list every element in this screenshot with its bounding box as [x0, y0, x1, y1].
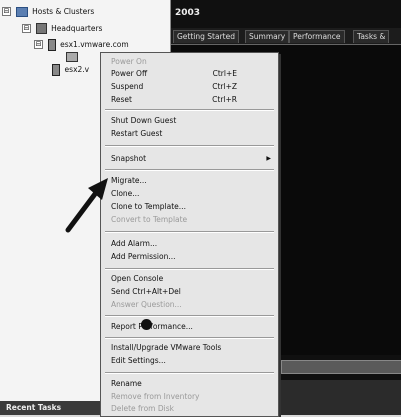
menu-item-remove-from-inventory[interactable]: Remove from Inventory [111, 391, 273, 403]
menu-item-power-off[interactable]: Power Off Ctrl+E [111, 68, 273, 80]
menu-item-shortcut: Ctrl+E [212, 69, 237, 78]
menu-item-label: Restart Guest [111, 129, 163, 138]
menu-item-label: Reset [111, 95, 132, 104]
collapse-icon[interactable]: ⊟ [2, 7, 11, 16]
menu-item-convert-to-template[interactable]: Convert to Template [111, 214, 273, 226]
menu-separator [105, 372, 274, 374]
menu-separator [105, 337, 274, 339]
pointer-dot-icon [141, 319, 152, 330]
host-icon [52, 63, 60, 76]
vm-context-menu: Power On Power Off Ctrl+E Suspend Ctrl+Z… [100, 52, 279, 417]
tab-bar: Getting Started Summary Performance Task… [171, 28, 401, 45]
menu-item-label: Rename [111, 379, 142, 388]
menu-item-label: Send Ctrl+Alt+Del [111, 287, 181, 296]
menu-item-label: Add Permission... [111, 252, 176, 261]
tree-item-selected-vm[interactable] [66, 50, 80, 63]
tree-item-label: Hosts & Clusters [32, 7, 95, 16]
menu-item-label: Delete from Disk [111, 404, 174, 413]
menu-item-open-console[interactable]: Open Console [111, 273, 273, 285]
menu-item-label: Shut Down Guest [111, 116, 177, 125]
vm-title: 2003 [175, 8, 201, 18]
host-icon [47, 38, 56, 51]
folder-icon [15, 6, 28, 17]
menu-separator [105, 109, 274, 111]
menu-separator [105, 231, 274, 233]
tab-performance[interactable]: Performance [289, 30, 345, 43]
collapse-icon[interactable]: ⊟ [22, 24, 31, 33]
menu-item-shortcut: Ctrl+R [212, 95, 237, 104]
menu-item-shortcut: Ctrl+Z [212, 82, 237, 91]
datacenter-icon [35, 23, 47, 34]
menu-item-label: Add Alarm... [111, 239, 158, 248]
menu-item-clone-to-template[interactable]: Clone to Template... [111, 201, 273, 213]
menu-item-install-vmware-tools[interactable]: Install/Upgrade VMware Tools [111, 342, 273, 354]
menu-item-reset[interactable]: Reset Ctrl+R [111, 94, 273, 106]
tree-item-esx1[interactable]: ⊟ esx1.vmware.com [34, 38, 129, 51]
menu-item-migrate[interactable]: Migrate... [111, 175, 273, 187]
menu-item-report-performance[interactable]: Report Performance... [111, 321, 273, 333]
menu-item-label: Power Off [111, 69, 148, 78]
menu-item-label: Clone to Template... [111, 202, 186, 211]
menu-item-delete-from-disk[interactable]: Delete from Disk [111, 403, 273, 415]
collapse-icon[interactable]: ⊟ [34, 40, 43, 49]
menu-item-suspend[interactable]: Suspend Ctrl+Z [111, 81, 273, 93]
submenu-arrow-icon: ▶ [266, 155, 271, 162]
menu-item-add-permission[interactable]: Add Permission... [111, 251, 273, 263]
tree-item-esx2[interactable]: esx2.v [52, 63, 89, 76]
menu-separator [105, 315, 274, 317]
menu-item-edit-settings[interactable]: Edit Settings... [111, 355, 273, 367]
tree-item-headquarters[interactable]: ⊟ Headquarters [22, 22, 102, 35]
menu-item-label: Install/Upgrade VMware Tools [111, 343, 222, 352]
menu-separator [105, 145, 274, 147]
vm-icon [66, 51, 78, 62]
menu-item-label: Clone... [111, 189, 140, 198]
tree-item-label: esx1.vmware.com [60, 40, 129, 49]
menu-item-restart-guest[interactable]: Restart Guest [111, 128, 273, 140]
pointer-arrow-icon [65, 178, 108, 233]
menu-item-add-alarm[interactable]: Add Alarm... [111, 238, 273, 250]
menu-separator [105, 169, 274, 171]
menu-item-label: Open Console [111, 274, 164, 283]
tree-item-label: esx2.v [64, 65, 90, 74]
menu-item-label: Snapshot [111, 154, 147, 163]
menu-separator [105, 268, 274, 270]
menu-item-label: Power On [111, 57, 147, 66]
tree-item-hosts-clusters[interactable]: ⊟ Hosts & Clusters [2, 5, 94, 18]
tree-item-label: Headquarters [51, 24, 103, 33]
menu-item-answer-question[interactable]: Answer Question... [111, 299, 273, 311]
menu-item-label: Answer Question... [111, 300, 182, 309]
menu-item-send-ctrl-alt-del[interactable]: Send Ctrl+Alt+Del [111, 286, 273, 298]
tab-summary[interactable]: Summary [245, 30, 290, 43]
menu-item-clone[interactable]: Clone... [111, 188, 273, 200]
menu-item-rename[interactable]: Rename [111, 378, 273, 390]
menu-item-power-on[interactable]: Power On [111, 56, 273, 68]
menu-item-label: Edit Settings... [111, 356, 166, 365]
menu-item-label: Remove from Inventory [111, 392, 200, 401]
menu-item-label: Convert to Template [111, 215, 188, 224]
menu-item-shut-down-guest[interactable]: Shut Down Guest [111, 115, 273, 127]
horizontal-scrollbar[interactable] [281, 360, 401, 374]
tab-getting-started[interactable]: Getting Started [173, 30, 239, 43]
tab-tasks[interactable]: Tasks & [353, 30, 390, 43]
menu-item-label: Suspend [111, 82, 144, 91]
menu-item-label: Migrate... [111, 176, 147, 185]
menu-item-snapshot[interactable]: Snapshot ▶ [111, 153, 273, 165]
